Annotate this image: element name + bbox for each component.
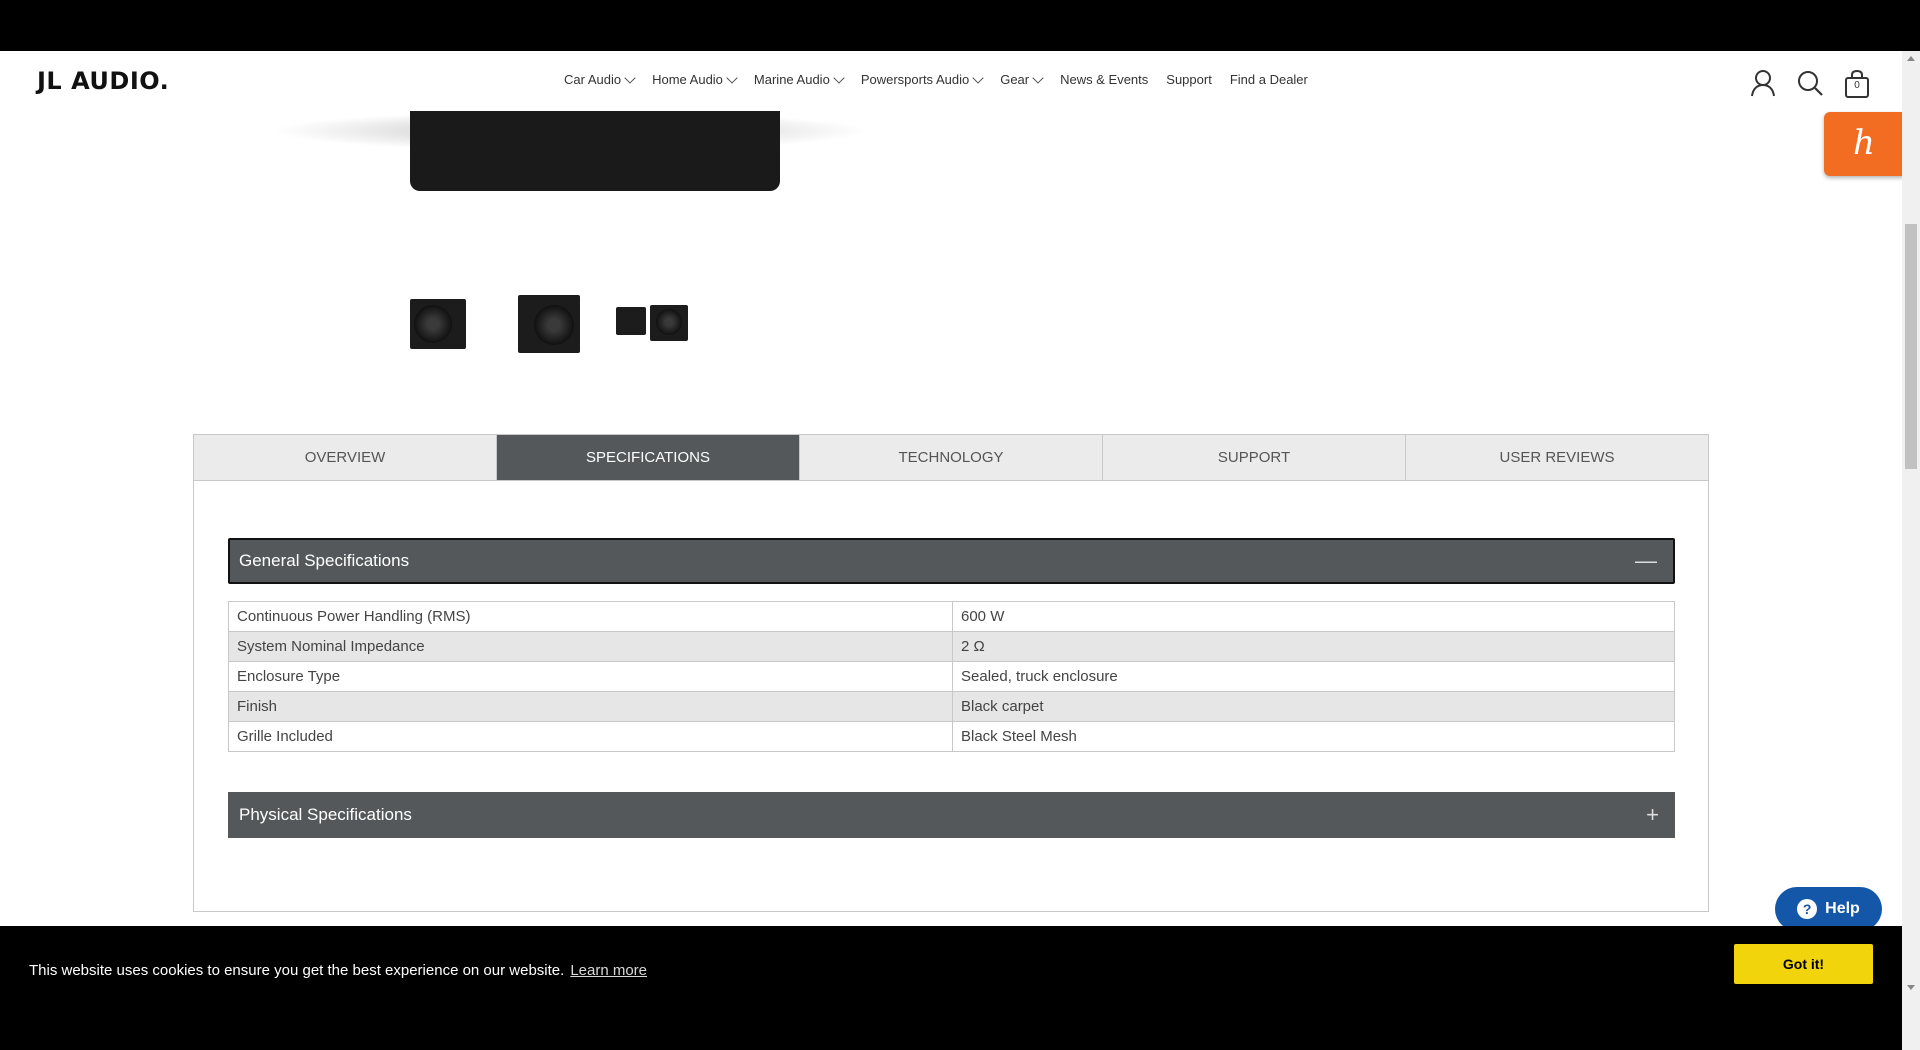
table-row: Finish Black carpet (228, 691, 1675, 722)
table-row: System Nominal Impedance 2 Ω (228, 631, 1675, 662)
nav-support[interactable]: Support (1166, 72, 1212, 87)
tab-support[interactable]: SUPPORT (1103, 435, 1406, 480)
chevron-down-icon (972, 71, 984, 84)
cookie-banner: This website uses cookies to ensure you … (0, 926, 1902, 1050)
help-button[interactable]: ? Help (1775, 887, 1882, 931)
jl-audio-logo[interactable]: JL AUDIO. (37, 67, 169, 95)
tab-user-reviews[interactable]: USER REVIEWS (1406, 435, 1708, 480)
product-thumbnails (400, 291, 718, 361)
physical-specifications-header[interactable]: Physical Specifications + (228, 792, 1675, 838)
chevron-down-icon (726, 71, 738, 84)
cookie-message: This website uses cookies to ensure you … (29, 962, 648, 979)
nav-gear[interactable]: Gear (1000, 71, 1044, 87)
product-thumbnail-3[interactable] (612, 291, 696, 361)
scroll-down-icon[interactable] (1907, 985, 1915, 990)
table-row: Grille Included Black Steel Mesh (228, 721, 1675, 752)
page-scrollbar[interactable] (1902, 51, 1920, 1050)
nav-home-audio[interactable]: Home Audio (652, 71, 738, 87)
honey-extension-button[interactable]: h (1824, 112, 1904, 176)
spec-value: Sealed, truck enclosure (952, 661, 1675, 692)
chevron-down-icon (624, 71, 636, 84)
spec-value: Black carpet (952, 691, 1675, 722)
nav-car-audio[interactable]: Car Audio (564, 71, 636, 87)
chevron-down-icon (833, 71, 845, 84)
main-nav: Car Audio Home Audio Marine Audio Powers… (564, 71, 1326, 87)
user-icon[interactable] (1750, 69, 1776, 99)
tab-technology[interactable]: TECHNOLOGY (800, 435, 1103, 480)
search-icon[interactable] (1796, 69, 1824, 99)
tab-specifications[interactable]: SPECIFICATIONS (497, 435, 800, 480)
scroll-up-icon[interactable] (1907, 56, 1915, 61)
learn-more-link[interactable]: Learn more (570, 962, 647, 979)
nav-powersports-audio[interactable]: Powersports Audio (861, 71, 984, 87)
scrollbar-thumb[interactable] (1905, 224, 1917, 469)
nav-news-events[interactable]: News & Events (1060, 72, 1148, 87)
spec-value: Black Steel Mesh (952, 721, 1675, 752)
tab-overview[interactable]: OVERVIEW (194, 435, 497, 480)
nav-find-a-dealer[interactable]: Find a Dealer (1230, 72, 1308, 87)
physical-specifications-title: Physical Specifications (239, 805, 412, 824)
table-row: Continuous Power Handling (RMS) 600 W (228, 601, 1675, 632)
spec-label: Continuous Power Handling (RMS) (228, 601, 953, 632)
spec-label: Grille Included (228, 721, 953, 752)
spec-label: System Nominal Impedance (228, 631, 953, 662)
product-thumbnail-1[interactable] (400, 291, 484, 361)
chevron-down-icon (1032, 71, 1044, 84)
header-icons: 0 (1750, 69, 1890, 99)
expand-icon: + (1646, 802, 1659, 827)
cart-count: 0 (1854, 80, 1860, 91)
page: JL AUDIO. Car Audio Home Audio Marine Au… (0, 51, 1902, 926)
help-icon: ? (1797, 899, 1818, 919)
general-specifications-header[interactable]: General Specifications — (228, 538, 1675, 584)
general-specifications-title: General Specifications (239, 551, 410, 570)
site-header: JL AUDIO. Car Audio Home Audio Marine Au… (0, 51, 1902, 111)
spec-value: 2 Ω (952, 631, 1675, 662)
nav-marine-audio[interactable]: Marine Audio (754, 71, 845, 87)
spec-label: Enclosure Type (228, 661, 953, 692)
product-tabs-panel: OVERVIEW SPECIFICATIONS TECHNOLOGY SUPPO… (193, 434, 1709, 912)
product-tabs: OVERVIEW SPECIFICATIONS TECHNOLOGY SUPPO… (194, 435, 1708, 481)
table-row: Enclosure Type Sealed, truck enclosure (228, 661, 1675, 692)
spec-value: 600 W (952, 601, 1675, 632)
help-label: Help (1825, 900, 1860, 917)
general-specifications-table: Continuous Power Handling (RMS) 600 W Sy… (228, 601, 1675, 752)
product-thumbnail-2[interactable] (506, 291, 590, 361)
spec-label: Finish (228, 691, 953, 722)
collapse-icon: — (1635, 548, 1657, 573)
got-it-button[interactable]: Got it! (1734, 944, 1873, 984)
cart-icon[interactable]: 0 (1844, 69, 1870, 99)
